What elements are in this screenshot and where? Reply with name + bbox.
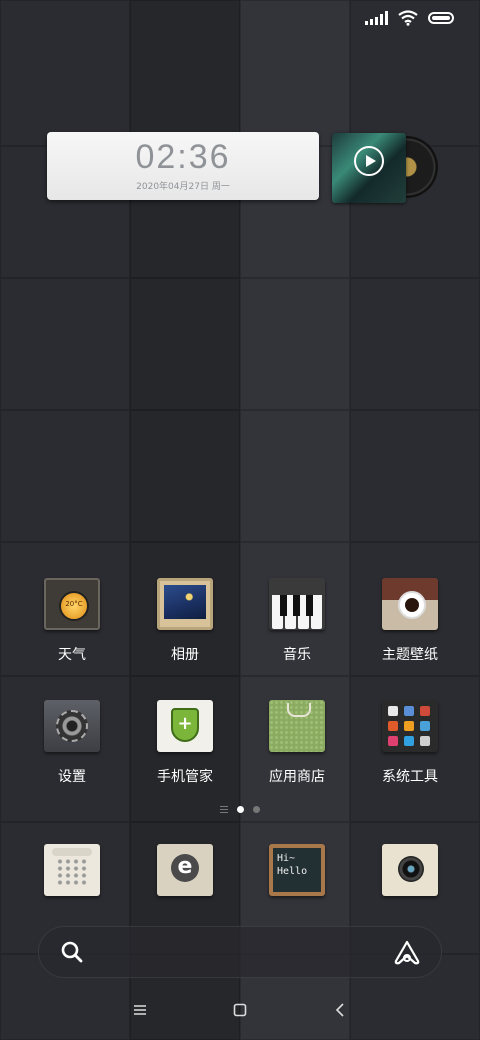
wallpaper-tile	[130, 0, 240, 146]
piano-icon	[269, 578, 325, 630]
back-icon[interactable]	[334, 1002, 348, 1022]
app-themes[interactable]: 主题壁纸	[355, 578, 465, 664]
notes-text-line1: Hi~	[277, 853, 296, 864]
notes-text-line2: Hello	[277, 866, 308, 877]
app-system-tools[interactable]: 系统工具	[355, 700, 465, 786]
page-dot-active[interactable]	[237, 806, 244, 813]
app-music[interactable]: 音乐	[242, 578, 352, 664]
wallpaper-tile	[0, 0, 130, 146]
dock-notes[interactable]: Hi~ Hello	[242, 844, 352, 896]
signal-icon	[365, 11, 388, 25]
shield-icon: +	[157, 700, 213, 752]
wallpaper-tile	[350, 410, 480, 542]
wallpaper-tile	[130, 278, 240, 410]
search-bar[interactable]	[38, 926, 442, 978]
clock-widget[interactable]: 02:36 2020年04月27日 周一	[47, 132, 319, 200]
music-widget[interactable]	[332, 133, 444, 205]
app-label: 相册	[171, 647, 199, 663]
shopping-bag-icon	[269, 700, 325, 752]
wallpaper-tile	[130, 410, 240, 542]
dock-browser[interactable]: e	[130, 844, 240, 896]
dock-phone[interactable]	[17, 844, 127, 896]
app-settings[interactable]: 设置	[17, 700, 127, 786]
navigation-bar	[0, 1002, 480, 1022]
coffee-cup-icon	[382, 578, 438, 630]
app-label: 设置	[58, 769, 86, 785]
wallpaper-tile	[240, 410, 350, 542]
gallery-icon	[157, 578, 213, 630]
status-bar	[365, 10, 454, 26]
app-label: 音乐	[283, 647, 311, 663]
app-gallery[interactable]: 相册	[130, 578, 240, 664]
page-dot[interactable]	[253, 806, 260, 813]
wallpaper-tile	[350, 278, 480, 410]
app-label: 天气	[58, 647, 86, 663]
page-indicator	[0, 806, 480, 813]
album-cover	[332, 133, 406, 203]
app-label: 应用商店	[269, 769, 325, 785]
browser-icon: e	[157, 844, 213, 896]
app-label: 手机管家	[157, 769, 213, 785]
wallpaper-tile	[240, 278, 350, 410]
search-icon[interactable]	[61, 941, 83, 963]
camera-icon	[382, 844, 438, 896]
notes-icon: Hi~ Hello	[269, 844, 325, 896]
app-weather[interactable]: 20°C 天气	[17, 578, 127, 664]
phone-icon	[44, 844, 100, 896]
dock-camera[interactable]	[355, 844, 465, 896]
app-label: 系统工具	[382, 769, 438, 785]
page-list-icon[interactable]	[220, 806, 228, 813]
play-icon[interactable]	[354, 146, 384, 176]
weather-badge: 20°C	[65, 600, 83, 608]
app-security[interactable]: + 手机管家	[130, 700, 240, 786]
app-store[interactable]: 应用商店	[242, 700, 352, 786]
tools-folder-icon	[382, 700, 438, 752]
assistant-icon[interactable]	[393, 939, 421, 967]
clock-time: 02:36	[135, 138, 231, 176]
wallpaper-tile	[0, 278, 130, 410]
battery-icon	[428, 12, 454, 24]
menu-icon[interactable]	[133, 1002, 147, 1022]
wallpaper-tile	[0, 410, 130, 542]
clock-date: 2020年04月27日 周一	[136, 182, 230, 192]
wifi-icon	[398, 10, 418, 26]
home-icon[interactable]	[233, 1002, 247, 1022]
wallpaper-tile	[240, 0, 350, 146]
app-label: 主题壁纸	[382, 647, 438, 663]
gear-icon	[44, 700, 100, 752]
weather-icon: 20°C	[44, 578, 100, 630]
